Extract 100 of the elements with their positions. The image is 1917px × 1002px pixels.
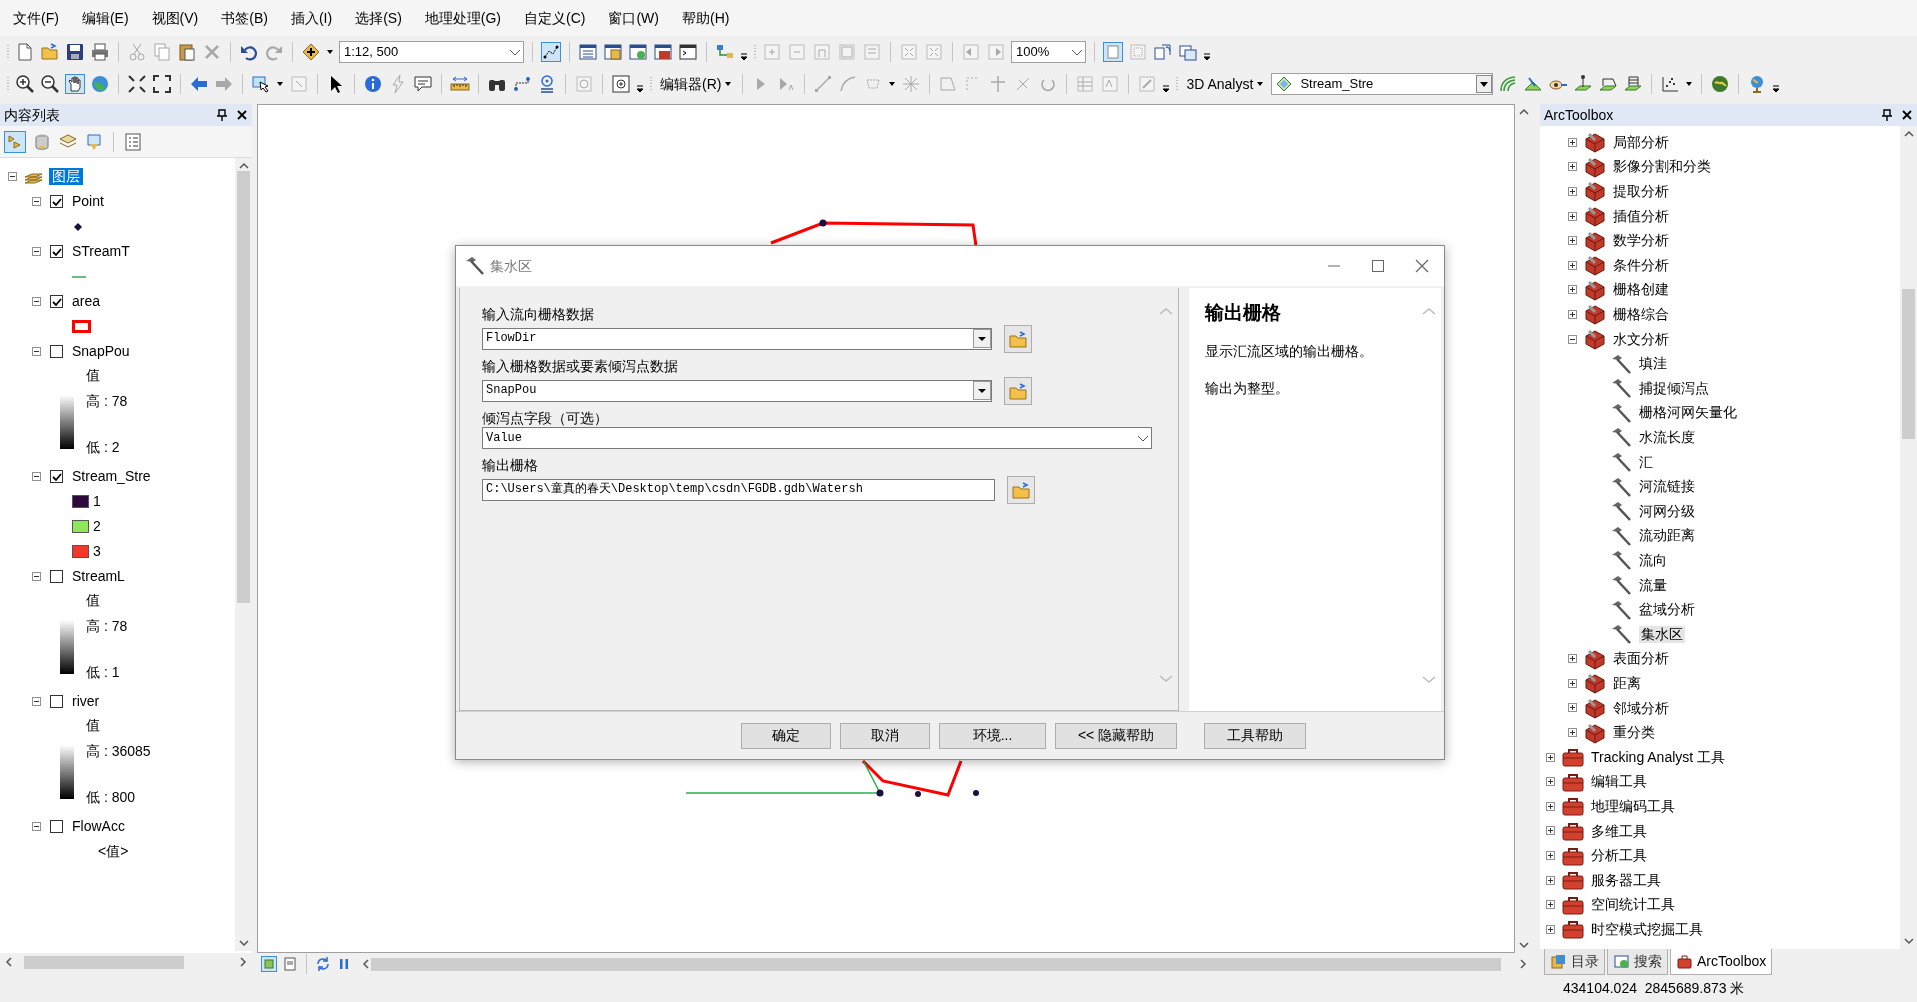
- tool-item[interactable]: 集水区: [1639, 625, 1685, 643]
- input-field[interactable]: C:\Users\童真的春天\Desktop\temp\csdn\FGDB.gdb\Watersh: [482, 478, 995, 501]
- collapse-icon[interactable]: [32, 822, 41, 831]
- combo-field[interactable]: FlowDir: [482, 327, 992, 350]
- expand-icon[interactable]: [1568, 654, 1577, 664]
- collapse-icon[interactable]: [8, 172, 17, 181]
- dialog-button[interactable]: << 隐藏帮助: [1055, 722, 1177, 749]
- layer-name[interactable]: Stream_Stre: [72, 468, 151, 485]
- tool-item[interactable]: 填洼: [1639, 355, 1667, 373]
- scroll-right-icon[interactable]: [1518, 958, 1528, 970]
- layout-view-icon[interactable]: [282, 956, 298, 972]
- expand-icon[interactable]: [1546, 801, 1555, 811]
- scroll-down-icon[interactable]: [1902, 936, 1915, 946]
- toolbox-item[interactable]: 编辑工具: [1591, 773, 1647, 791]
- collapse-icon[interactable]: [32, 347, 41, 356]
- layer-name[interactable]: FlowAcc: [72, 818, 125, 835]
- refresh-icon[interactable]: [315, 956, 331, 972]
- panel-tab[interactable]: ArcToolbox: [1670, 949, 1773, 975]
- open-folder-icon[interactable]: [40, 42, 60, 62]
- layer-name[interactable]: SnapPou: [72, 343, 130, 360]
- save-icon[interactable]: [65, 42, 85, 62]
- scroll-thumb[interactable]: [371, 957, 1501, 971]
- select-features-icon[interactable]: [251, 74, 271, 94]
- toolbox-item[interactable]: 地理编码工具: [1591, 797, 1675, 815]
- tool-item[interactable]: 流动距离: [1639, 527, 1695, 545]
- tool-item[interactable]: 栅格河网矢量化: [1639, 404, 1737, 422]
- command-window-icon[interactable]: [678, 42, 698, 62]
- globe-icon[interactable]: [90, 74, 110, 94]
- layer-checkbox[interactable]: [50, 470, 63, 483]
- analyst-menu[interactable]: 3D Analyst: [1184, 74, 1267, 94]
- toolbox-window-icon[interactable]: [653, 42, 673, 62]
- layer-checkbox[interactable]: [50, 345, 63, 358]
- surface-profile-icon[interactable]: [1623, 74, 1644, 94]
- maximize-icon[interactable]: [1370, 258, 1386, 274]
- scale-dropdown[interactable]: 1:12, 500: [339, 41, 524, 63]
- menu-item[interactable]: 自定义(C): [515, 7, 595, 29]
- new-document-icon[interactable]: [15, 42, 35, 62]
- expand-icon[interactable]: [1568, 236, 1577, 246]
- page-toggle-icon[interactable]: [1103, 42, 1123, 62]
- layer-checkbox[interactable]: [50, 245, 63, 258]
- collapse-icon[interactable]: [32, 472, 41, 481]
- expand-icon[interactable]: [1568, 187, 1577, 196]
- pin-icon[interactable]: [216, 109, 228, 121]
- browse-button[interactable]: [1004, 376, 1032, 405]
- expand-icon[interactable]: [1546, 752, 1555, 762]
- scroll-down-icon[interactable]: [1517, 940, 1530, 950]
- expand-icon[interactable]: [1546, 924, 1555, 934]
- toolbox-item[interactable]: 重分类: [1613, 724, 1655, 741]
- scatter-plot-icon[interactable]: [1660, 74, 1681, 94]
- toolbox-item[interactable]: 服务器工具: [1591, 871, 1661, 889]
- menu-item[interactable]: 帮助(H): [673, 7, 739, 29]
- layer-name[interactable]: StreamL: [72, 568, 125, 585]
- layer-name[interactable]: Point: [72, 193, 104, 210]
- vertical-scrollbar[interactable]: [235, 158, 252, 951]
- menu-item[interactable]: 窗口(W): [599, 7, 668, 29]
- scroll-left-icon[interactable]: [4, 956, 14, 968]
- sketch-icon[interactable]: [541, 42, 561, 62]
- toolbox-item[interactable]: 插值分析: [1613, 207, 1669, 225]
- layer-checkbox[interactable]: [50, 195, 63, 208]
- toolbox-item[interactable]: 栅格综合: [1613, 306, 1669, 323]
- collapse-icon[interactable]: [32, 247, 41, 256]
- pan-icon[interactable]: [65, 74, 85, 94]
- data-view-icon[interactable]: [261, 956, 277, 972]
- toolbar-handle-icon[interactable]: [1175, 75, 1180, 93]
- scroll-thumb[interactable]: [237, 171, 250, 603]
- expand-icon[interactable]: [1568, 162, 1577, 172]
- identify-icon[interactable]: [363, 74, 383, 94]
- tool-item[interactable]: 河流链接: [1639, 478, 1695, 495]
- layer-name[interactable]: area: [72, 293, 101, 310]
- zoom-out-arrows-icon[interactable]: [152, 74, 172, 94]
- menu-item[interactable]: 编辑(E): [72, 7, 138, 29]
- zoom-out-icon[interactable]: [40, 74, 60, 94]
- toolbox-item[interactable]: 空间统计工具: [1591, 896, 1675, 914]
- layer-checkbox[interactable]: [50, 820, 63, 833]
- toolbox-item[interactable]: 邻域分析: [1613, 699, 1669, 717]
- scroll-down-icon[interactable]: [237, 938, 250, 948]
- horizontal-scrollbar[interactable]: [0, 953, 252, 971]
- expand-icon[interactable]: [1568, 678, 1577, 688]
- search-window-icon[interactable]: [628, 42, 648, 62]
- collapse-icon[interactable]: [32, 572, 41, 581]
- combo-field[interactable]: SnapPou: [482, 379, 992, 402]
- dialog-button[interactable]: 环境...: [939, 722, 1046, 749]
- menu-item[interactable]: 插入(I): [281, 7, 342, 29]
- tool-item[interactable]: 水流长度: [1639, 429, 1695, 446]
- speech-bubble-icon[interactable]: [413, 74, 433, 94]
- magnifier-window-icon[interactable]: [611, 74, 631, 94]
- toolbox-item[interactable]: 分析工具: [1591, 847, 1647, 864]
- collapse-icon[interactable]: [32, 697, 41, 706]
- toolbox-item[interactable]: 栅格创建: [1613, 281, 1669, 299]
- expand-icon[interactable]: [1546, 851, 1555, 860]
- scroll-thumb[interactable]: [24, 955, 184, 969]
- toolbox-item[interactable]: 条件分析: [1613, 256, 1669, 274]
- collapse-icon[interactable]: [32, 197, 41, 206]
- add-data-icon[interactable]: [301, 42, 321, 62]
- printer-icon[interactable]: [90, 42, 110, 62]
- expand-icon[interactable]: [1546, 777, 1555, 787]
- toolbox-item[interactable]: 数学分析: [1613, 232, 1669, 250]
- menu-item[interactable]: 书签(B): [212, 7, 277, 29]
- collapse-icon[interactable]: [32, 297, 41, 306]
- dialog-button[interactable]: 取消: [840, 722, 930, 749]
